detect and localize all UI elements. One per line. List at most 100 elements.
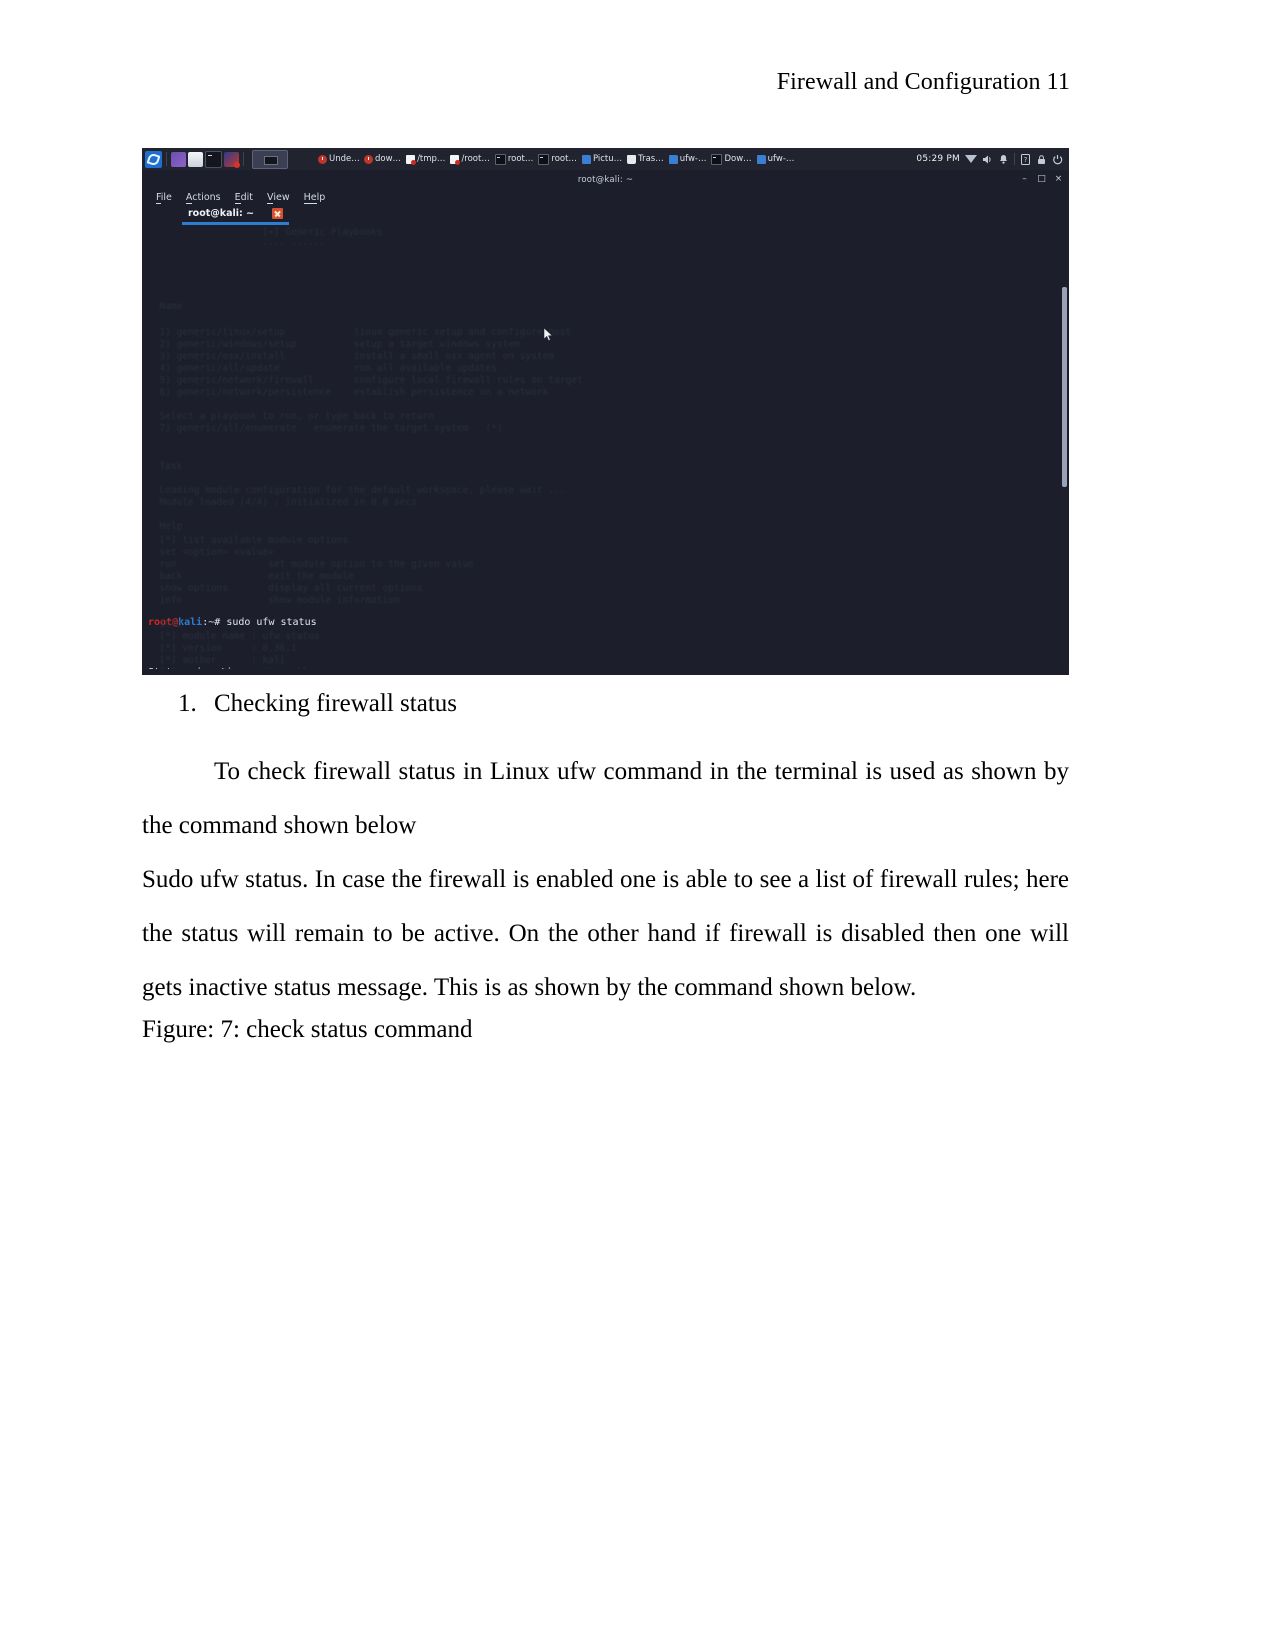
terminal-ghost-text: 4) generic/all/update run all available … xyxy=(148,363,497,374)
folder-icon xyxy=(756,154,766,164)
notification-bell-icon[interactable] xyxy=(998,154,1009,165)
terminal-ghost-text: 7) generic/all/enumerate enumerate the t… xyxy=(148,423,503,434)
app-icon[interactable] xyxy=(224,151,240,168)
taskbar-item[interactable]: ufw-… xyxy=(755,153,797,165)
menu-edit[interactable]: Edit xyxy=(234,192,253,204)
terminal-window: root@kali: ~ – □ × File Actions Edit Vie… xyxy=(142,170,1069,675)
menu-actions[interactable]: Actions xyxy=(185,192,221,204)
kali-top-panel: Unde… dow… /tmp… /root… root… root… Pict… xyxy=(142,148,1069,170)
terminal-ghost-text: 2) generic/windows/setup setup a target … xyxy=(148,339,520,350)
terminal-ghost-text: [*] version : 0.36.1 xyxy=(148,643,297,654)
terminal-tab-label: root@kali: ~ xyxy=(188,208,255,219)
terminal-ghost-text: 3) generic/osx/install install a small o… xyxy=(148,351,555,362)
panel-divider xyxy=(243,152,244,166)
terminal-output-area[interactable]: [+] Generic Playbooks ---- ------ Name 1… xyxy=(142,225,1069,669)
taskbar-item-label: dow… xyxy=(375,154,402,164)
terminal-ghost-text: Select a playbook to run, or type back t… xyxy=(148,411,434,422)
menu-help[interactable]: Help xyxy=(303,192,325,204)
taskbar-item-label: ufw-… xyxy=(767,154,795,164)
terminal-window-button[interactable] xyxy=(252,149,288,169)
list-item-text: Checking firewall status xyxy=(214,690,457,717)
taskbar-item[interactable]: dow… xyxy=(362,153,403,165)
taskbar-item-active[interactable]: root… xyxy=(493,153,536,166)
terminal-ghost-text: [*] module name : ufw status xyxy=(148,631,320,642)
taskbar-item[interactable]: /tmp… xyxy=(404,153,447,165)
panel-divider xyxy=(166,152,167,166)
terminal-ghost-text: 5) generic/network/firewall configure lo… xyxy=(148,375,583,386)
figure-caption: Figure: 7: check status command xyxy=(142,1015,473,1043)
pdf-icon xyxy=(450,154,461,165)
terminal-tab[interactable]: root@kali: ~ xyxy=(182,206,290,225)
minimize-button[interactable]: – xyxy=(1020,175,1029,184)
help-icon[interactable]: ? xyxy=(1020,153,1031,165)
power-icon[interactable] xyxy=(1052,154,1063,165)
pdf-icon xyxy=(406,154,417,165)
folder-icon xyxy=(581,154,591,164)
list-item-number: 1. xyxy=(178,690,197,717)
taskbar-item[interactable]: Tras… xyxy=(625,153,666,165)
taskbar-item-label: root… xyxy=(551,154,577,164)
menu-file[interactable]: File xyxy=(156,192,172,204)
folder-icon xyxy=(668,154,678,164)
terminal-command: sudo ufw status xyxy=(226,616,317,628)
terminal-host: kali xyxy=(178,616,203,628)
terminal-ghost-text: 1) generic/linux/setup linux generic set… xyxy=(148,327,572,338)
file-manager-icon[interactable] xyxy=(188,151,203,167)
terminal-ghost-text: [*] list available module options xyxy=(148,535,349,546)
menu-view[interactable]: View xyxy=(267,192,290,204)
taskbar-item[interactable]: ufw-… xyxy=(667,153,709,165)
paragraph-2: Sudo ufw status. In case the firewall is… xyxy=(142,865,1069,1001)
taskbar-item-label: Unde… xyxy=(329,154,359,164)
figure-screenshot-kali-terminal: Unde… dow… /tmp… /root… root… root… Pict… xyxy=(142,148,1069,675)
terminal-ghost-text: info show module information xyxy=(148,595,400,606)
terminal-scrollbar-thumb[interactable] xyxy=(1062,287,1067,487)
terminal-icon xyxy=(538,153,550,165)
numbered-list-item: 1. Checking firewall status xyxy=(178,690,1069,719)
panel-system-tray: 05:29 PM ? xyxy=(916,153,1066,165)
maximize-button[interactable]: □ xyxy=(1037,175,1046,184)
terminal-titlebar[interactable]: root@kali: ~ – □ × xyxy=(142,170,1069,190)
taskbar-item-label: root… xyxy=(507,154,534,164)
terminal-line-output: Status: inactive xyxy=(148,667,1069,670)
paragraph-1: To check firewall status in Linux ufw co… xyxy=(142,757,1069,839)
terminal-ghost-text: run set module option to the given value xyxy=(148,559,475,570)
terminal-ghost-text: [+] Generic Playbooks xyxy=(148,227,383,238)
kali-dragon-icon[interactable] xyxy=(145,150,162,168)
taskbar-item[interactable]: root… xyxy=(536,153,579,166)
taskbar-item-label: /tmp… xyxy=(417,154,446,164)
document-body: 1. Checking firewall status To check fir… xyxy=(142,690,1069,1045)
lock-icon[interactable] xyxy=(1036,154,1047,165)
taskbar-item[interactable]: Unde… xyxy=(316,153,361,165)
taskbar-item[interactable]: /root… xyxy=(448,153,491,165)
terminal-ghost-text: Help xyxy=(148,521,183,532)
terminal-ghost-text: set <option> <value> xyxy=(148,547,274,558)
browser-icon[interactable] xyxy=(171,151,186,167)
taskbar-item[interactable]: Pictu… xyxy=(580,153,624,165)
terminal-icon xyxy=(711,153,723,165)
terminal-ghost-text: show options display all current options xyxy=(148,583,423,594)
svg-text:?: ? xyxy=(1024,156,1028,164)
trash-icon xyxy=(627,154,637,164)
window-controls: – □ × xyxy=(1020,175,1063,184)
taskbar-item-label: Tras… xyxy=(638,154,664,164)
terminal-scrollbar[interactable] xyxy=(1062,287,1067,665)
terminal-ghost-text: Module loaded (4/4) : initialized in 0.0… xyxy=(148,497,417,508)
taskbar-item-label: Dow… xyxy=(724,154,752,164)
terminal-menubar: File Actions Edit View Help xyxy=(142,190,1069,205)
terminal-ghost-text: Loading module configuration for the def… xyxy=(148,485,566,496)
terminal-ghost-text: back exit the module xyxy=(148,571,354,582)
panel-clock[interactable]: 05:29 PM xyxy=(916,154,960,164)
taskbar-item-label: /root… xyxy=(461,154,490,164)
terminal-icon[interactable] xyxy=(205,150,222,168)
terminal-ghost-text: ---- ------ xyxy=(148,239,326,250)
network-icon[interactable] xyxy=(965,155,977,163)
volume-icon[interactable] xyxy=(982,154,993,165)
close-icon[interactable] xyxy=(272,208,284,219)
terminal-line-command: root@kali:~# sudo ufw status xyxy=(148,617,1069,630)
terminal-window-title: root@kali: ~ xyxy=(577,175,634,185)
terminal-ghost-text: Task xyxy=(148,461,183,472)
panel-divider xyxy=(1014,153,1015,165)
taskbar-item[interactable]: Dow… xyxy=(709,153,753,166)
close-button[interactable]: × xyxy=(1054,175,1063,184)
terminal-user: root xyxy=(148,616,173,628)
